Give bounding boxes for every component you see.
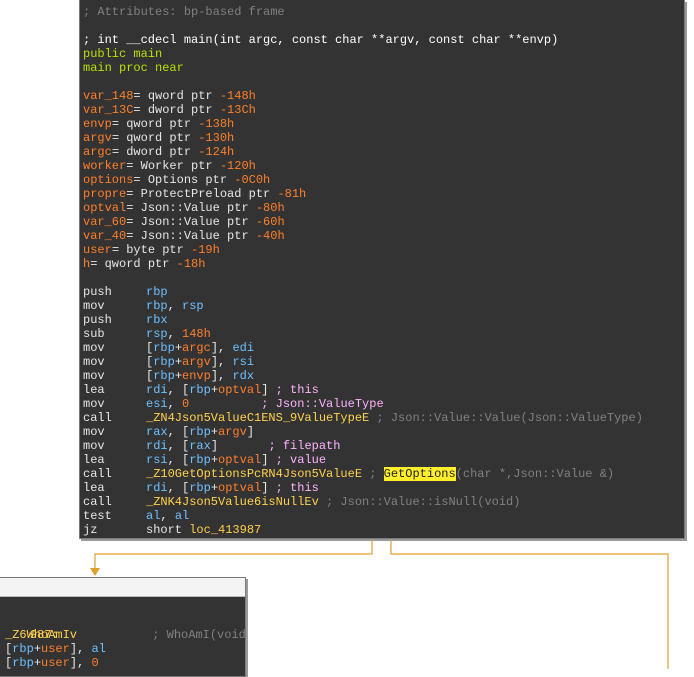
graph-edges	[90, 540, 669, 669]
edge-arrowhead	[90, 568, 100, 576]
edge-false-branch	[390, 540, 669, 669]
edge-true-branch	[94, 540, 373, 568]
